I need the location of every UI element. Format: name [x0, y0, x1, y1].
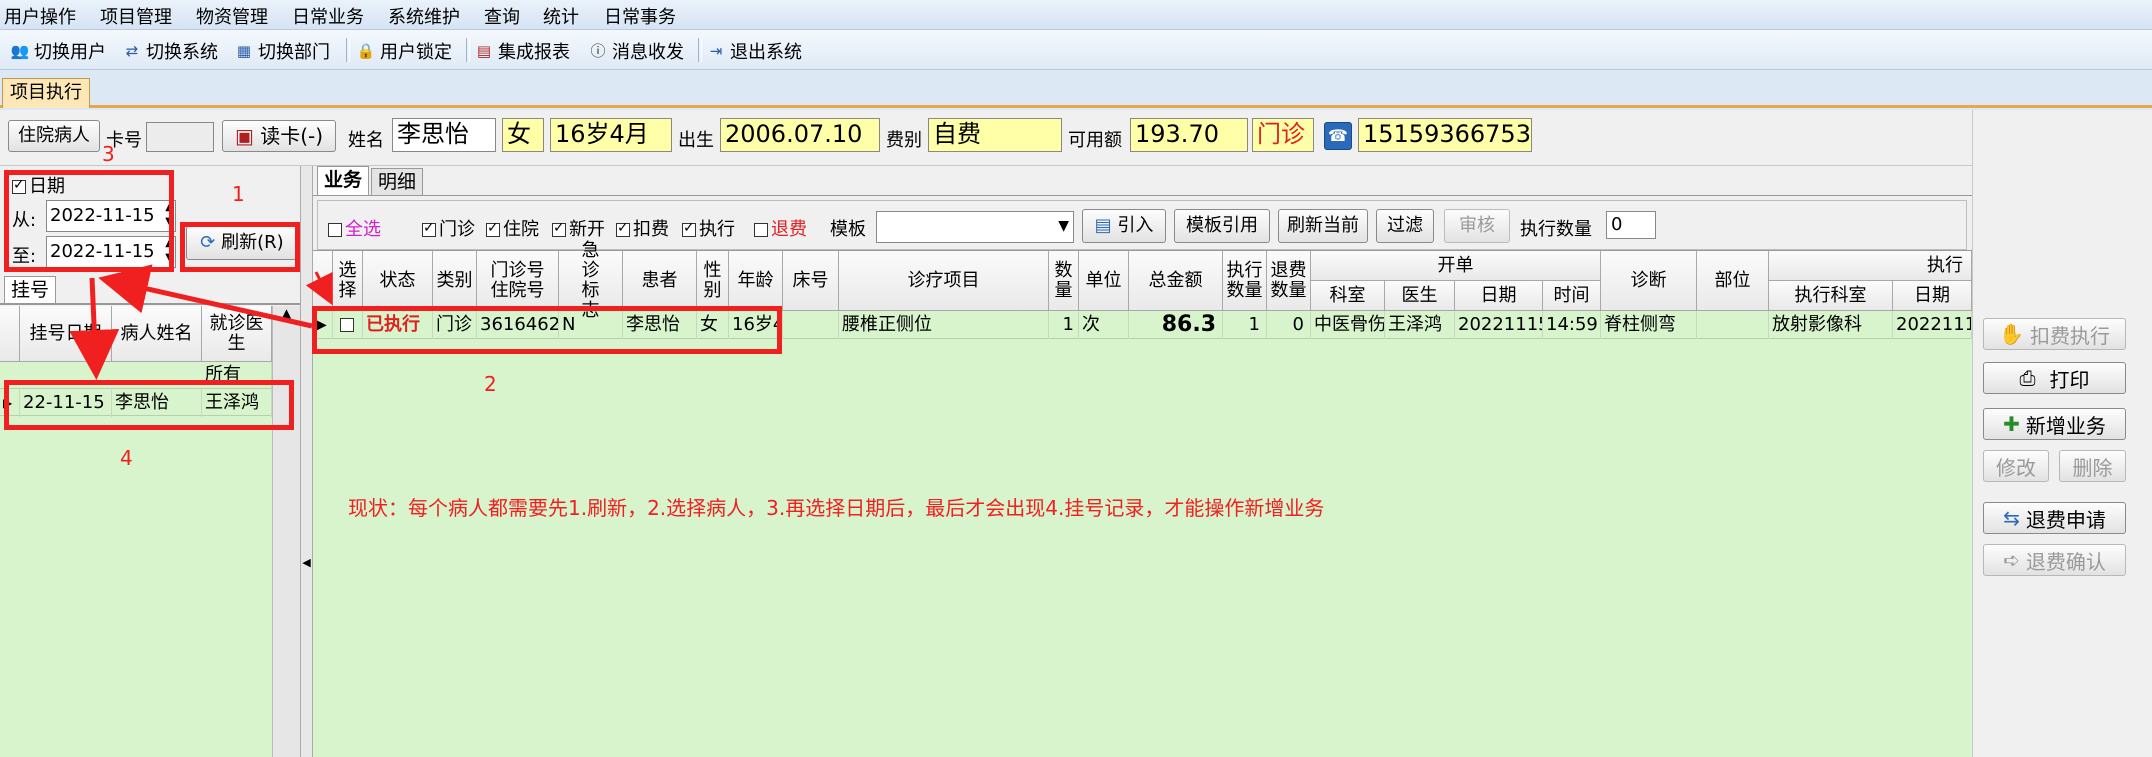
annotation-note: 现状：每个病人都需要先1.刷新，2.选择病人，3.再选择日期后，最后才会出现4.…: [348, 496, 1325, 520]
arrow-small-to-row: [305, 271, 333, 306]
arrow-row-to-date: [98, 264, 313, 329]
arrow-date-to-registration: [69, 277, 120, 380]
annotation-arrows: [69, 264, 333, 380]
